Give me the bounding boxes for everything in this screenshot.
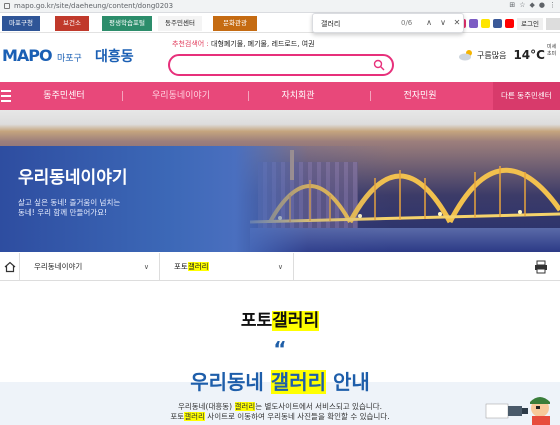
breadcrumb-level2[interactable]: 포토갤러리 ∨ <box>160 253 294 281</box>
nav-divider <box>122 91 123 101</box>
find-in-page-bar: 갤러리 0/6 ∧ ∨ ✕ <box>312 13 464 33</box>
banner-subtitle-line: 동네! 우리 함께 만들어가요! <box>18 208 108 217</box>
page-title-pre: 포토 <box>240 311 273 331</box>
fine-dust-label: 초미 <box>547 51 557 57</box>
other-dong-select[interactable]: 다른 동주민센터 <box>493 82 560 110</box>
nav-item-civil[interactable]: 전자민원 <box>380 82 460 110</box>
youtube-icon[interactable] <box>505 19 515 28</box>
section-heading-pre: 우리동네 <box>190 370 271 394</box>
home-icon[interactable] <box>0 253 20 281</box>
desc-post: 는 별도사이트에서 서비스되고 있습니다. <box>255 402 383 411</box>
nav-item-autonomy[interactable]: 자치회관 <box>258 82 338 110</box>
desc-pre: 포토 <box>170 412 185 421</box>
main-nav: 동주민센터 우리동네이야기 자치회관 전자민원 다른 동주민센터 <box>0 82 560 110</box>
section-heading: 우리동네 갤러리 안내 <box>0 366 560 395</box>
mapo-logo[interactable]: MAPO <box>2 46 53 65</box>
translate-icon[interactable]: ⊞ <box>509 1 515 9</box>
lock-icon <box>4 3 10 9</box>
find-highlight: 갤러리 <box>187 262 209 271</box>
browser-address-bar[interactable]: mapo.go.kr/site/daeheung/content/dong020… <box>0 0 560 13</box>
top-quick-links: 마포구청 보건소 평생학습포털 동주민센터 문화관광 로그인 <box>0 13 560 33</box>
nav-item-story[interactable]: 우리동네이야기 <box>136 82 226 110</box>
chevron-down-icon: ∨ <box>143 263 149 271</box>
recommend-terms[interactable]: 대형폐기물, 폐기물, 레드로드, 여권 <box>211 40 315 48</box>
weather-widget: 구름많음 14°C <box>458 48 545 62</box>
page-root: { "browser": { "url": "mapo.go.kr/site/d… <box>0 0 560 425</box>
breadcrumb-level2-label: 포토갤러리 <box>174 262 209 271</box>
search-box <box>168 54 394 76</box>
nav-item-center[interactable]: 동주민센터 <box>20 82 108 110</box>
dong-name[interactable]: 대흥동 <box>95 46 134 66</box>
banner-subtitle-line: 살고 싶은 동네! 즐거움이 넘치는 <box>18 198 121 207</box>
breadcrumb: 우리동네이야기 ∨ 포토갤러리 ∨ <box>0 253 560 281</box>
profile-icon[interactable]: ● <box>539 1 545 9</box>
find-highlight: 갤러리 <box>270 370 326 394</box>
find-highlight: 갤러리 <box>272 311 320 331</box>
facebook-icon[interactable] <box>493 19 503 28</box>
search-icon[interactable] <box>373 59 385 71</box>
nav-divider <box>248 91 249 101</box>
cloud-sun-icon <box>459 50 472 61</box>
util-links: 로그인 <box>457 16 560 31</box>
hamburger-menu-icon[interactable] <box>0 82 14 110</box>
description-line: 포토갤러리 사이트로 이동하여 우리동네 사진들을 확인할 수 있습니다. <box>0 412 560 422</box>
quote-mark-icon: “ <box>273 337 287 361</box>
find-highlight: 갤러리 <box>234 402 256 411</box>
air-quality: 미세 초미 <box>547 44 556 58</box>
quicktab-learning[interactable]: 평생학습포털 <box>102 16 152 31</box>
util-extra[interactable] <box>546 17 560 30</box>
find-prev-icon[interactable]: ∧ <box>423 17 435 29</box>
star-icon[interactable]: ☆ <box>519 1 525 9</box>
find-next-icon[interactable]: ∨ <box>437 17 449 29</box>
quicktab-culture[interactable]: 문화관광 <box>213 16 257 31</box>
site-header: MAPO 마포구 대흥동 추천검색어 : 대형폐기물, 폐기물, 레드로드, 여… <box>0 34 560 80</box>
page-title: 포토갤러리 <box>0 306 560 331</box>
find-count: 0/6 <box>401 19 413 27</box>
section-description: 우리동네(대흥동) 갤러리는 별도사이트에서 서비스되고 있습니다. 포토갤러리… <box>0 402 560 422</box>
search-input[interactable] <box>178 59 368 71</box>
breadcrumb-level2-pre: 포토 <box>174 262 188 271</box>
banner-title: 우리동네이야기 <box>18 168 128 188</box>
recommended-search: 추천검색어 : 대형폐기물, 폐기물, 레드로드, 여권 <box>172 39 315 49</box>
mapo-logo-sub: 마포구 <box>57 54 82 64</box>
find-input[interactable]: 갤러리 <box>321 19 340 29</box>
photographer-illustration <box>485 397 550 425</box>
banner-subtitle: 살고 싶은 동네! 즐거움이 넘치는 동네! 우리 함께 만들어가요! <box>18 198 120 218</box>
description-line: 우리동네(대흥동) 갤러리는 별도사이트에서 서비스되고 있습니다. <box>0 402 560 412</box>
desc-post: 사이트로 이동하여 우리동네 사진들을 확인할 수 있습니다. <box>204 412 390 421</box>
section-heading-post: 안내 <box>326 370 370 394</box>
chevron-down-icon: ∨ <box>277 263 283 271</box>
quicktab-health[interactable]: 보건소 <box>55 16 89 31</box>
hero-banner: 우리동네이야기 살고 싶은 동네! 즐거움이 넘치는 동네! 우리 함께 만들어… <box>0 110 560 252</box>
breadcrumb-level1-label: 우리동네이야기 <box>34 262 83 271</box>
login-link[interactable]: 로그인 <box>517 17 543 30</box>
kakao-icon[interactable] <box>481 19 491 28</box>
address-url[interactable]: mapo.go.kr/site/daeheung/content/dong020… <box>14 2 173 10</box>
browser-toolbar-icons: ⊞ ☆ ◆ ● ⋮ <box>509 1 556 9</box>
weather-desc: 구름많음 <box>477 50 507 60</box>
recommend-label: 추천검색어 : <box>172 40 209 48</box>
quicktab-mapo[interactable]: 마포구청 <box>2 16 40 31</box>
quicktab-dong[interactable]: 동주민센터 <box>158 16 202 31</box>
extension-icon[interactable]: ◆ <box>530 1 535 9</box>
nav-divider <box>370 91 371 101</box>
dust-label: 미세 <box>547 44 557 50</box>
twitter-icon[interactable] <box>469 19 479 28</box>
desc-pre: 우리동네(대흥동) <box>177 402 235 411</box>
temperature: 14°C <box>513 48 545 62</box>
print-icon[interactable] <box>534 260 548 274</box>
find-highlight: 갤러리 <box>184 412 205 421</box>
find-close-icon[interactable]: ✕ <box>451 17 463 29</box>
breadcrumb-level1[interactable]: 우리동네이야기 ∨ <box>20 253 160 281</box>
menu-icon[interactable]: ⋮ <box>549 1 556 9</box>
